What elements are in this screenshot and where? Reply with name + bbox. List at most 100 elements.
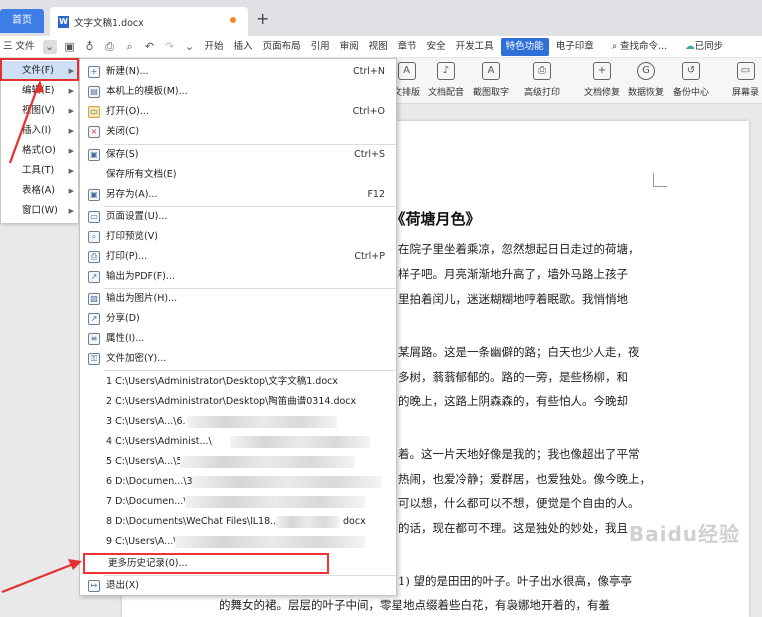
menu-item-edit[interactable]: 编辑(E) ▶ [2, 81, 78, 101]
menu-reference[interactable]: 引用 [306, 36, 335, 58]
menu-item-tools[interactable]: 工具(T) ▶ [2, 161, 78, 181]
menu-item-window[interactable]: 窗口(W) ▶ [2, 201, 78, 221]
paragraph-line: 1) 望的是田田的叶子。叶子出水很高，像亭亭 [398, 574, 632, 588]
ribbon-screenshot-text[interactable]: A 截图取字 [473, 62, 509, 98]
menu-exit[interactable]: ↦ 退出(X) [81, 576, 396, 596]
menu-page-setup[interactable]: ▭ 页面设置(U)... [81, 207, 396, 227]
menu-item-table[interactable]: 表格(A) ▶ [2, 181, 78, 201]
redacted-path [192, 476, 382, 488]
menu-export-pdf[interactable]: ↗ 输出为PDF(F)... [81, 267, 396, 287]
paragraph-line: 里拍着闰儿，迷迷糊糊地哼着眠歌。我悄悄地 [398, 292, 628, 306]
undo-icon[interactable]: ↶ [143, 40, 157, 54]
paragraph-line: 着。这一片天地好像是我的；我也像超出了平常 [398, 447, 640, 461]
menu-close[interactable]: × 关闭(C) [81, 122, 396, 142]
print-icon[interactable]: ⎙ [103, 40, 117, 54]
save-icon[interactable]: ▣ [63, 40, 77, 54]
new-tab-button[interactable]: + [256, 9, 269, 28]
menu-layout[interactable]: 页面布局 [258, 36, 306, 58]
menu-insert[interactable]: 插入 [229, 36, 258, 58]
screenshot-text-icon: A [482, 62, 500, 80]
paragraph-line: 的舞女的裙。层层的叶子中间，零星地点缀着些白花，有袅娜地开着的，有羞 [219, 598, 610, 612]
share-icon: ↗ [88, 313, 100, 325]
menu-save-all[interactable]: 保存所有文档(E) [81, 165, 396, 185]
paragraph-line: 的话，现在都可不理。这是独处的妙处，我且 [398, 521, 628, 535]
redacted-path [185, 496, 365, 508]
chevron-right-icon: ▶ [68, 87, 74, 95]
tab-bar: 首页 W 文字文稿1.docx + [0, 0, 762, 36]
recent-file[interactable]: 1 C:\Users\Administrator\Desktop\文字文稿1.d… [81, 372, 396, 392]
recent-file[interactable]: 2 C:\Users\Administrator\Desktop\陶笛曲谱031… [81, 392, 396, 412]
menu-open[interactable]: ▭ 打开(O)... Ctrl+O [81, 102, 396, 122]
paragraph-line: 样子吧。月亮渐渐地升高了，墙外马路上孩子 [398, 267, 628, 281]
redo-icon[interactable]: ↷ [163, 40, 177, 54]
menu-print[interactable]: ⎙ 打印(P)... Ctrl+P [81, 247, 396, 267]
search-command[interactable]: ⌕ 查找命令... [607, 36, 672, 58]
ribbon-screen-record[interactable]: ▭ 屏幕录 [732, 62, 759, 98]
menu-item-format[interactable]: 格式(O) ▶ [2, 141, 78, 161]
menu-view[interactable]: 视图 [364, 36, 393, 58]
menu-developer[interactable]: 开发工具 [451, 36, 499, 58]
menu-properties[interactable]: ≡ 属性(I)... [81, 329, 396, 349]
redacted-path [175, 536, 365, 548]
more-icon[interactable]: ⌄ [183, 40, 197, 54]
redacted-path [230, 436, 370, 448]
menu-e-seal[interactable]: 电子印章 [551, 36, 599, 58]
more-history-button[interactable]: 更多历史记录(0)... [83, 553, 329, 574]
redacted-path [180, 456, 355, 468]
menu-save-as[interactable]: ▣ 另存为(A)... F12 [81, 185, 396, 205]
menu-review[interactable]: 审阅 [335, 36, 364, 58]
screen-record-icon: ▭ [736, 62, 755, 80]
redacted-path [276, 516, 340, 528]
menu-item-view[interactable]: 视图(V) ▶ [2, 101, 78, 121]
open-folder-icon: ▭ [88, 106, 100, 118]
ribbon-text-format[interactable]: A 文排版 [393, 62, 420, 98]
print-preview-icon: ⌕ [88, 231, 100, 243]
unsaved-dot-icon [230, 17, 236, 23]
menu-export-image[interactable]: ▨ 输出为图片(H)... [81, 289, 396, 309]
paragraph-line: 的晚上，这路上阴森森的，有些怕人。今晚却 [398, 394, 628, 408]
ribbon-voice[interactable]: ♪ 文档配音 [428, 62, 464, 98]
menu-save[interactable]: ▣ 保存(S) Ctrl+S [81, 145, 396, 165]
menu-security[interactable]: 安全 [422, 36, 451, 58]
ribbon-doc-repair[interactable]: + 文档修复 [584, 62, 620, 98]
chevron-right-icon: ▶ [68, 127, 74, 135]
chevron-right-icon: ▶ [68, 207, 74, 215]
file-menu-button[interactable]: 三 文件 [0, 36, 40, 58]
close-doc-icon: × [88, 126, 100, 138]
menu-special-features[interactable]: 特色功能 [500, 37, 549, 56]
properties-icon: ≡ [88, 333, 100, 345]
ribbon-data-recover[interactable]: G 数据恢复 [628, 62, 664, 98]
chevron-right-icon: ▶ [68, 167, 74, 175]
redacted-path [187, 416, 337, 428]
watermark: Baidu经验 [628, 522, 740, 546]
menu-item-insert[interactable]: 插入(I) ▶ [2, 121, 78, 141]
print-preview-icon[interactable]: ⌕ [123, 40, 137, 54]
menu-bar: 三 文件 ⌄ ▣ ♁ ⎙ ⌕ ↶ ↷ ⌄ 开始 插入 页面布局 引用 审阅 视图… [0, 36, 762, 58]
menu-share[interactable]: ↗ 分享(D) [81, 309, 396, 329]
exit-icon: ↦ [88, 580, 100, 592]
tab-document[interactable]: W 文字文稿1.docx [50, 7, 248, 36]
menu-local-template[interactable]: ▤ 本机上的模板(M)... [81, 82, 396, 102]
tab-home[interactable]: 首页 [0, 9, 44, 33]
recent-file[interactable]: 8 D:\Documents\WeChat Files\lL18... docx [81, 512, 396, 532]
chevron-right-icon: ▶ [68, 67, 74, 75]
menu-new[interactable]: + 新建(N)... Ctrl+N [81, 62, 396, 82]
menu-print-preview[interactable]: ⌕ 打印预览(V) [81, 227, 396, 247]
menu-item-file[interactable]: 文件(F) ▶ [2, 61, 78, 81]
print-icon: ⎙ [533, 62, 551, 80]
recover-icon: G [637, 62, 655, 80]
cloud-sync-status[interactable]: ☁已同步 [680, 36, 728, 58]
paragraph-line: 可以想，什么都可以不想，便觉是个自由的人。 [398, 496, 640, 510]
chevron-right-icon: ▶ [68, 107, 74, 115]
dropdown-arrow-icon[interactable]: ⌄ [42, 39, 57, 54]
format-icon: A [397, 62, 416, 80]
ribbon-backup-center[interactable]: ↺ 备份中心 [673, 62, 709, 98]
save-icon: ▣ [88, 149, 100, 161]
format-painter-icon[interactable]: ♁ [83, 40, 97, 54]
menu-encrypt[interactable]: ⚿ 文件加密(Y)... [81, 349, 396, 369]
menu-chapter[interactable]: 章节 [393, 36, 422, 58]
menu-start[interactable]: 开始 [200, 36, 229, 58]
cloud-icon: ☁ [685, 40, 695, 52]
margin-corner [653, 173, 667, 187]
ribbon-advanced-print[interactable]: ⎙ 高级打印 [524, 62, 560, 98]
